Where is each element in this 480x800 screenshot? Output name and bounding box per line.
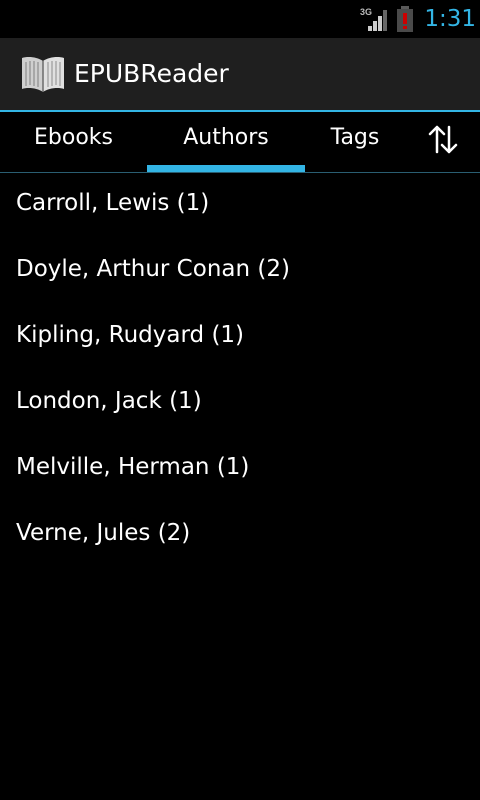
author-list-item[interactable]: Verne, Jules (2) bbox=[0, 503, 480, 569]
tab-authors[interactable]: Authors bbox=[147, 112, 305, 172]
tab-selected-indicator bbox=[147, 165, 305, 172]
battery-low-icon bbox=[397, 6, 413, 32]
network-type-label: 3G bbox=[360, 7, 372, 17]
author-list-item[interactable]: Doyle, Arthur Conan (2) bbox=[0, 239, 480, 305]
author-list-item[interactable]: Kipling, Rudyard (1) bbox=[0, 305, 480, 371]
tab-bar: Ebooks Authors Tags bbox=[0, 112, 480, 172]
author-list-item[interactable]: London, Jack (1) bbox=[0, 371, 480, 437]
sort-button[interactable] bbox=[415, 112, 471, 168]
status-clock: 1:31 bbox=[424, 6, 476, 32]
author-list-item[interactable]: Melville, Herman (1) bbox=[0, 437, 480, 503]
tab-ebooks[interactable]: Ebooks bbox=[0, 112, 147, 172]
author-list: Carroll, Lewis (1) Doyle, Arthur Conan (… bbox=[0, 173, 480, 569]
tab-tags[interactable]: Tags bbox=[305, 112, 405, 172]
status-bar: 3G 1:31 bbox=[0, 0, 480, 38]
app-title: EPUBReader bbox=[74, 59, 229, 88]
open-book-icon bbox=[22, 57, 64, 92]
signal-3g-icon: 3G bbox=[360, 7, 387, 31]
author-list-item[interactable]: Carroll, Lewis (1) bbox=[0, 173, 480, 239]
sort-icon bbox=[428, 125, 458, 154]
action-bar: EPUBReader bbox=[0, 38, 480, 110]
